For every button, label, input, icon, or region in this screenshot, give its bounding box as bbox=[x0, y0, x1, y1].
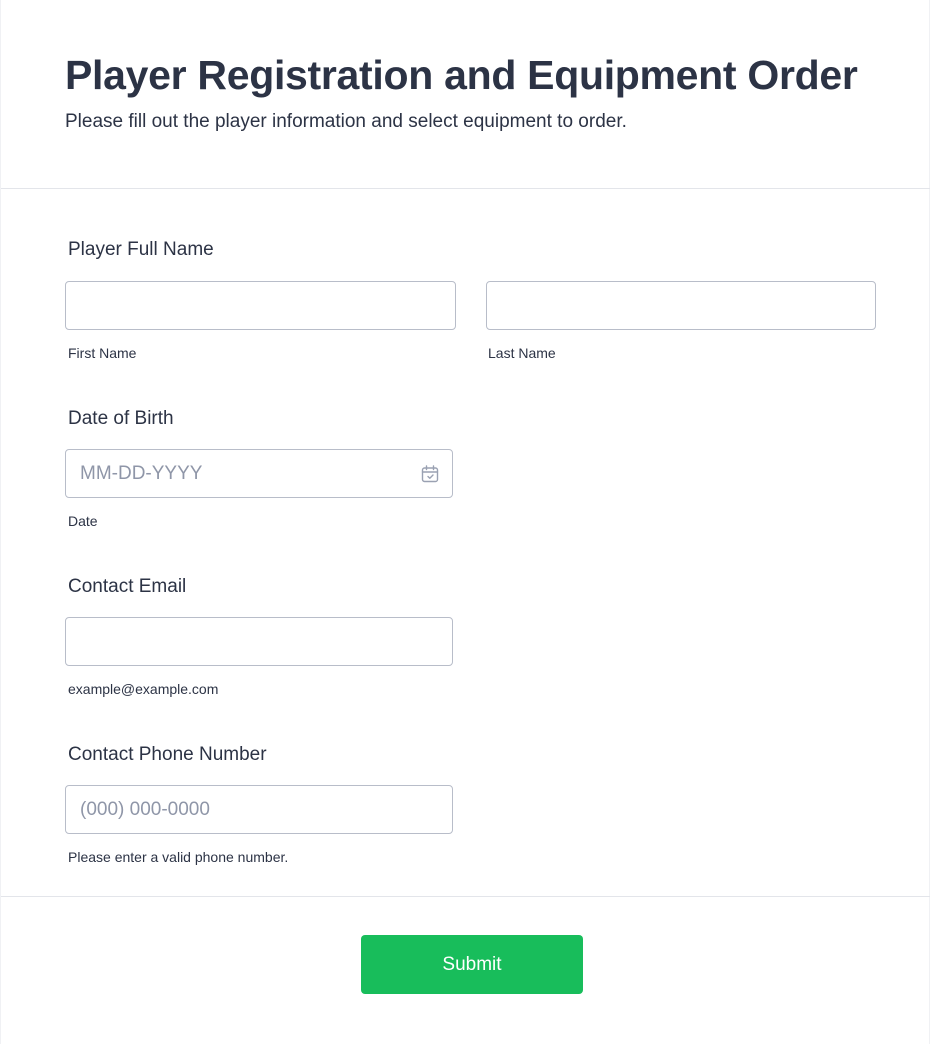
phone-label: Contact Phone Number bbox=[68, 744, 267, 765]
email-label: Contact Email bbox=[68, 576, 187, 597]
calendar-icon[interactable] bbox=[420, 464, 440, 484]
email-sublabel: example@example.com bbox=[68, 681, 219, 697]
email-input[interactable] bbox=[65, 617, 453, 666]
phone-sublabel: Please enter a valid phone number. bbox=[68, 849, 289, 865]
form-title: Player Registration and Equipment Order bbox=[65, 52, 858, 98]
form-subtitle: Please fill out the player information a… bbox=[65, 111, 627, 132]
phone-input[interactable] bbox=[65, 785, 453, 834]
form-header: Player Registration and Equipment Order … bbox=[1, 0, 930, 189]
last-name-input[interactable] bbox=[486, 281, 876, 330]
dob-label: Date of Birth bbox=[68, 408, 174, 429]
first-name-sublabel: First Name bbox=[68, 345, 137, 361]
full-name-label: Player Full Name bbox=[68, 239, 214, 260]
dob-sublabel: Date bbox=[68, 513, 98, 529]
footer-divider bbox=[1, 896, 930, 897]
first-name-input[interactable] bbox=[65, 281, 456, 330]
submit-button[interactable]: Submit bbox=[361, 935, 583, 994]
form-card: Player Registration and Equipment Order … bbox=[0, 0, 930, 1044]
last-name-sublabel: Last Name bbox=[488, 345, 556, 361]
dob-input[interactable] bbox=[65, 449, 453, 498]
